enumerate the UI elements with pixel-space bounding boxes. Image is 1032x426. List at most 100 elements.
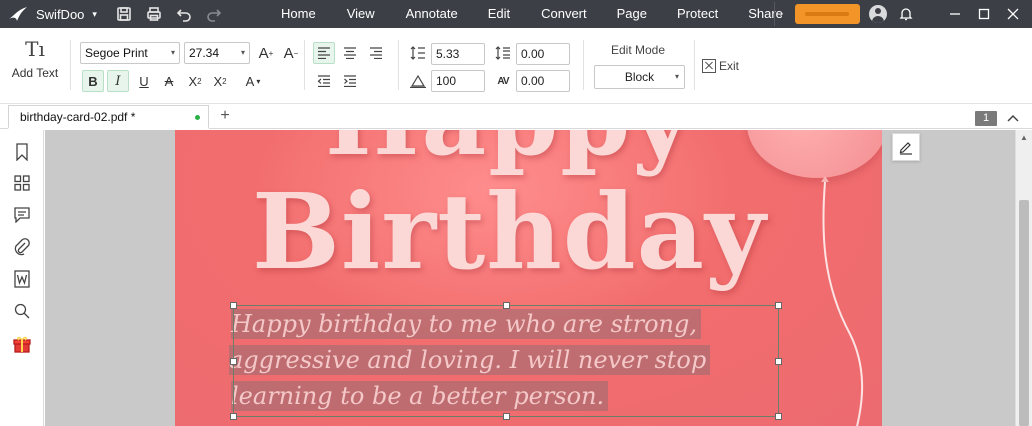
app-name[interactable]: SwifDoo (36, 7, 84, 22)
menu-edit[interactable]: Edit (488, 0, 510, 28)
search-icon[interactable] (11, 300, 33, 322)
gift-icon[interactable] (11, 333, 33, 355)
tab-birthday-card[interactable]: birthday-card-02.pdf * (8, 105, 209, 129)
divider (70, 40, 71, 90)
resize-handle[interactable] (503, 302, 510, 309)
left-sidebar (0, 130, 44, 426)
resize-handle[interactable] (230, 413, 237, 420)
increase-font-button[interactable]: A + (255, 42, 277, 64)
chevron-down-icon: ▾ (256, 76, 261, 86)
text-color-icon: A (245, 73, 255, 89)
menu-convert[interactable]: Convert (541, 0, 587, 28)
edit-ribbon: Tı Add Text Segoe Print ▾ 27.34 ▾ A + A − … (0, 28, 1032, 104)
notification-bell-icon[interactable] (891, 0, 921, 28)
maximize-icon[interactable] (969, 0, 999, 28)
font-size-value: 27.34 (189, 46, 220, 60)
resize-handle[interactable] (775, 413, 782, 420)
selected-text-block[interactable] (230, 302, 782, 420)
italic-button[interactable]: I (107, 70, 129, 92)
exit-label: Exit (719, 59, 740, 73)
close-icon[interactable] (998, 0, 1028, 28)
font-family-select[interactable]: Segoe Print ▾ (80, 42, 180, 64)
resize-handle[interactable] (775, 302, 782, 309)
scale-icon (407, 70, 429, 92)
add-text-button[interactable]: Tı Add Text (8, 36, 62, 80)
decrease-font-button[interactable]: A − (280, 42, 302, 64)
paragraph-spacing-input[interactable]: 0.00 (516, 43, 570, 65)
tab-title: birthday-card-02.pdf * (20, 110, 136, 124)
bookmark-icon[interactable] (11, 141, 33, 163)
thumbnails-icon[interactable] (11, 172, 33, 194)
decrease-indent-button[interactable] (313, 70, 335, 92)
minimize-icon[interactable] (940, 0, 970, 28)
underline-button[interactable]: U (133, 70, 155, 92)
edit-mode-select[interactable]: Block ▾ (594, 65, 685, 89)
headline-birthday[interactable]: Birthday (252, 172, 766, 292)
scrollbar-thumb[interactable] (1019, 200, 1029, 426)
main-menu: Home View Annotate Edit Convert Page Pro… (262, 0, 783, 28)
edit-mode-label: Edit Mode (611, 43, 666, 57)
undo-icon[interactable] (175, 5, 193, 23)
chevron-down-icon: ▾ (240, 48, 245, 57)
user-avatar-icon[interactable] (869, 5, 887, 23)
add-text-icon: Tı (25, 37, 45, 61)
increase-font-icon: A (258, 44, 269, 62)
menu-page[interactable]: Page (617, 0, 647, 28)
comment-icon[interactable] (11, 204, 33, 226)
text-color-button[interactable]: A ▾ (238, 70, 268, 92)
balloon-graphic (747, 130, 882, 178)
divider (583, 40, 584, 90)
exit-edit-button[interactable]: Exit (702, 59, 739, 73)
vertical-scrollbar[interactable]: ▲ (1015, 130, 1032, 426)
subscript-icon: X (213, 73, 223, 89)
word-convert-icon[interactable] (11, 268, 33, 290)
align-right-button[interactable] (365, 42, 387, 64)
resize-handle[interactable] (775, 358, 782, 365)
chevron-up-icon[interactable] (1005, 110, 1021, 126)
character-spacing-input[interactable]: 0.00 (516, 70, 570, 92)
unsaved-indicator (195, 115, 200, 120)
balloon-string-graphic (821, 176, 864, 426)
edit-mode-value: Block (624, 70, 655, 84)
superscript-button[interactable]: X2 (184, 70, 206, 92)
upgrade-button[interactable] (795, 4, 860, 24)
decrease-font-icon: A (283, 44, 294, 62)
resize-handle[interactable] (230, 302, 237, 309)
menu-view[interactable]: View (347, 0, 375, 28)
pdf-page[interactable]: Happy Birthday Happy birthday to me who … (175, 130, 882, 426)
menu-home[interactable]: Home (281, 0, 316, 28)
line-spacing-input[interactable]: 5.33 (431, 43, 485, 65)
paragraph-spacing-icon (492, 42, 514, 64)
chevron-down-icon: ▾ (674, 72, 679, 81)
subscript-button[interactable]: X2 (209, 70, 231, 92)
menu-protect[interactable]: Protect (677, 0, 718, 28)
resize-handle[interactable] (503, 413, 510, 420)
new-tab-button[interactable]: + (216, 106, 234, 126)
document-tabs: birthday-card-02.pdf * + 1 (0, 104, 1032, 129)
edit-pencil-icon[interactable] (892, 133, 920, 161)
page-number-badge: 1 (975, 111, 997, 126)
scroll-up-arrow-icon[interactable]: ▲ (1020, 133, 1028, 142)
redo-icon[interactable] (205, 5, 223, 23)
menu-scroll-right-icon[interactable]: › (774, 2, 788, 26)
align-left-button[interactable] (313, 42, 335, 64)
print-icon[interactable] (145, 5, 163, 23)
attachment-icon[interactable] (11, 236, 33, 258)
menu-annotate[interactable]: Annotate (406, 0, 458, 28)
app-menu-chevron-down-icon[interactable]: ▾ (92, 9, 97, 20)
increase-indent-button[interactable] (339, 70, 361, 92)
divider (694, 40, 695, 90)
line-spacing-icon (407, 42, 429, 64)
align-center-button[interactable] (339, 42, 361, 64)
add-text-label: Add Text (11, 66, 59, 80)
divider (398, 40, 399, 90)
save-icon[interactable] (115, 5, 133, 23)
title-bar: SwifDoo ▾ Home View Annotate Edit Conver… (0, 0, 1032, 28)
divider (304, 40, 305, 90)
resize-handle[interactable] (230, 358, 237, 365)
bold-button[interactable]: B (82, 70, 104, 92)
font-size-select[interactable]: 27.34 ▾ (184, 42, 250, 64)
document-viewer[interactable]: Happy Birthday Happy birthday to me who … (45, 130, 1015, 426)
strikethrough-button[interactable]: A (158, 70, 180, 92)
scale-input[interactable]: 100 (431, 70, 485, 92)
